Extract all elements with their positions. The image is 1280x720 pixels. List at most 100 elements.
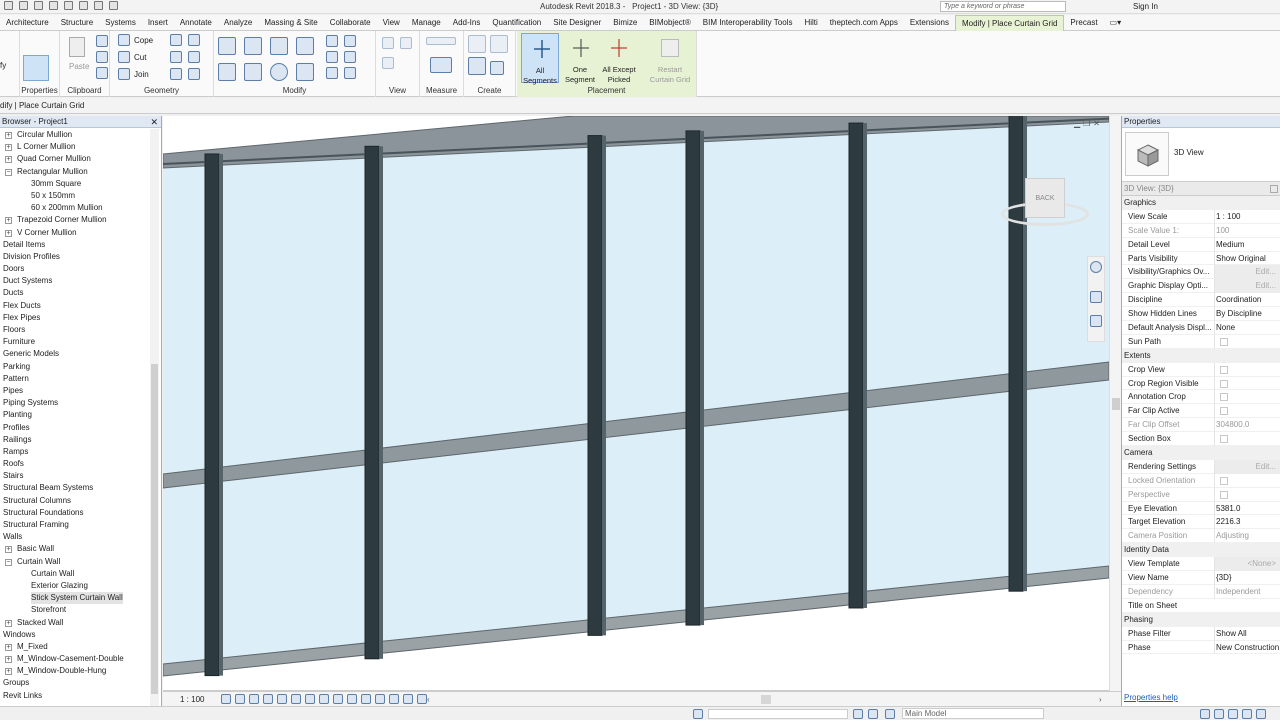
browser-tree-item[interactable]: − Rectangular Mullion <box>0 166 150 178</box>
sign-in-link[interactable]: Sign In <box>1133 2 1158 11</box>
steering-wheel-icon[interactable] <box>1090 261 1102 273</box>
browser-tree-item[interactable]: + Stacked Wall <box>0 617 150 629</box>
orbit-icon[interactable] <box>1090 315 1102 327</box>
browser-tree-item[interactable]: Structural Beam Systems <box>0 482 150 494</box>
collapse-icon[interactable]: − <box>5 168 12 176</box>
browser-tree-item[interactable]: Windows <box>0 629 150 641</box>
undo-icon[interactable] <box>19 1 28 10</box>
exclude-options-icon[interactable] <box>885 709 895 719</box>
all-except-picked-button[interactable]: All Except Picked <box>599 33 639 84</box>
ribbon-tab[interactable]: Manage <box>406 15 447 31</box>
measure-icon[interactable] <box>64 1 73 10</box>
property-checkbox[interactable] <box>1220 490 1228 499</box>
expand-icon[interactable]: + <box>5 229 12 237</box>
design-options-icon[interactable] <box>868 709 878 719</box>
show-crop-icon[interactable] <box>305 694 315 704</box>
ribbon-tab[interactable]: Add-Ins <box>447 15 487 31</box>
browser-tree-item[interactable]: + Quad Corner Mullion <box>0 153 150 165</box>
property-edit-button[interactable]: <None> <box>1214 557 1280 572</box>
browser-tree-item[interactable]: Flex Pipes <box>0 312 150 324</box>
print-icon[interactable] <box>49 1 58 10</box>
property-value[interactable]: Coordination <box>1214 293 1280 308</box>
browser-tree-item[interactable]: Detail Items <box>0 239 150 251</box>
wall-joins-icon[interactable] <box>170 51 182 63</box>
property-checkbox[interactable] <box>1220 393 1228 402</box>
close-view-icon[interactable]: ✕ <box>1093 119 1103 128</box>
ribbon-tab[interactable]: Annotate <box>174 15 218 31</box>
property-value[interactable]: 2216.3 <box>1214 515 1280 530</box>
select-pinned-icon[interactable] <box>1228 709 1238 719</box>
editable-only-icon[interactable] <box>853 709 863 719</box>
expand-icon[interactable]: + <box>5 144 12 152</box>
property-edit-button[interactable]: Edit... <box>1214 265 1280 280</box>
ribbon-tab[interactable]: Modify | Place Curtain Grid <box>954 14 1065 31</box>
browser-tree-item[interactable]: Ramps <box>0 446 150 458</box>
ribbon-tab[interactable]: Collaborate <box>324 15 377 31</box>
sun-path-icon[interactable] <box>249 694 259 704</box>
expand-icon[interactable]: + <box>5 643 12 651</box>
create-group-icon[interactable] <box>468 35 486 53</box>
worksets-icon[interactable] <box>693 709 703 719</box>
reveal-hidden-icon[interactable] <box>347 694 357 704</box>
properties-button[interactable] <box>23 55 49 81</box>
property-checkbox-cell[interactable] <box>1214 473 1280 488</box>
property-value[interactable]: By Discipline <box>1214 307 1280 322</box>
trim-icon[interactable] <box>296 63 314 81</box>
property-checkbox[interactable] <box>1220 365 1228 374</box>
move-icon[interactable] <box>218 63 236 81</box>
select-by-face-icon[interactable] <box>1242 709 1252 719</box>
property-checkbox[interactable] <box>1220 337 1228 346</box>
ribbon-tab[interactable]: Insert <box>142 15 174 31</box>
browser-tree-item[interactable]: + Trapezoid Corner Mullion <box>0 214 150 226</box>
vertical-mullion[interactable] <box>587 135 603 636</box>
browser-tree-item[interactable]: Division Profiles <box>0 251 150 263</box>
mirror-axis-icon[interactable] <box>270 37 288 55</box>
analytical-model-icon[interactable] <box>389 694 399 704</box>
viewcube[interactable]: BACK <box>1001 174 1091 234</box>
cut-button[interactable]: Cut <box>134 53 146 62</box>
one-segment-button[interactable]: One Segment <box>561 33 599 84</box>
browser-tree-item[interactable]: 50 x 150mm <box>0 190 150 202</box>
temporary-properties-icon[interactable] <box>361 694 371 704</box>
browser-tree-item[interactable]: Exterior Glazing <box>0 580 150 592</box>
cope-button[interactable]: Cope <box>134 36 153 45</box>
expand-icon[interactable]: + <box>5 132 12 139</box>
ribbon-tab[interactable]: Massing & Site <box>258 15 323 31</box>
browser-tree-item[interactable]: Duct Systems <box>0 275 150 287</box>
unpin-icon[interactable] <box>326 67 338 79</box>
split-element-icon[interactable] <box>326 35 338 47</box>
scroll-right-icon[interactable]: › <box>1099 692 1102 707</box>
browser-tree-item[interactable]: Stick System Curtain Wall <box>0 592 150 605</box>
ribbon-tab[interactable]: Site Designer <box>547 15 607 31</box>
viewport-scrollbar-thumb[interactable] <box>1112 398 1120 410</box>
property-group-header[interactable]: Identity Data <box>1122 543 1280 558</box>
ribbon-tab[interactable]: Precast <box>1064 15 1103 31</box>
mullion-side[interactable] <box>863 123 867 608</box>
vertical-mullion[interactable] <box>685 130 701 626</box>
properties-help-link[interactable]: Properties help <box>1124 693 1178 702</box>
property-value[interactable]: 304800.0 <box>1214 418 1280 433</box>
browser-tree-item[interactable]: Parking <box>0 361 150 373</box>
browser-tree-item[interactable]: Profiles <box>0 422 150 434</box>
browser-tree-item[interactable]: − Curtain Wall <box>0 556 150 568</box>
override-graphics-icon[interactable] <box>400 37 412 49</box>
expand-icon[interactable]: + <box>5 546 12 554</box>
mullion-side[interactable] <box>379 146 383 659</box>
ribbon-tab[interactable]: theptech.com Apps <box>824 15 904 31</box>
browser-scrollbar[interactable] <box>150 129 159 706</box>
browser-tree-item[interactable]: Pattern <box>0 373 150 385</box>
redo-icon[interactable] <box>34 1 43 10</box>
mirror-draw-icon[interactable] <box>296 37 314 55</box>
reveal-constraints-icon[interactable] <box>417 694 427 704</box>
demolish-icon[interactable] <box>188 51 200 63</box>
ribbon-tab[interactable]: BIMobject® <box>643 15 696 31</box>
browser-tree-item[interactable]: Flex Ducts <box>0 300 150 312</box>
temporary-hide-icon[interactable] <box>333 694 343 704</box>
visual-style-icon[interactable] <box>235 694 245 704</box>
property-checkbox[interactable] <box>1220 435 1228 444</box>
select-links-icon[interactable] <box>1200 709 1210 719</box>
copy-icon[interactable] <box>244 63 262 81</box>
property-value[interactable]: Medium <box>1214 237 1280 252</box>
property-value[interactable]: Independent <box>1214 584 1280 599</box>
scroll-left-icon[interactable]: ‹ <box>427 692 430 707</box>
